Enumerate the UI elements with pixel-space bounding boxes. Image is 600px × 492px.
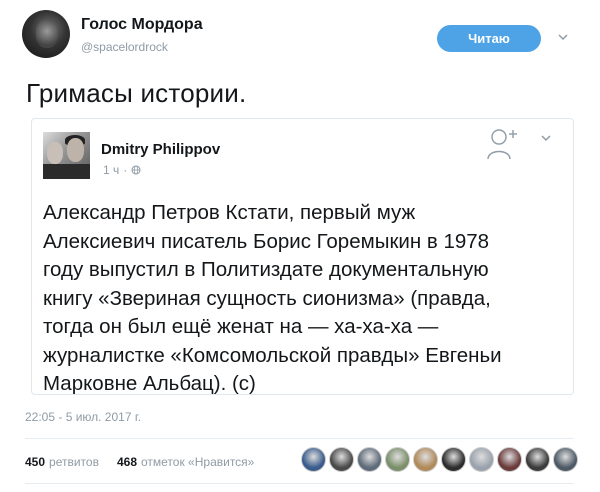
liker-avatar-7[interactable] [469, 447, 494, 472]
liker-avatar-2[interactable] [329, 447, 354, 472]
retweets-count[interactable]: 450 [25, 455, 45, 469]
liker-avatar-5[interactable] [413, 447, 438, 472]
author-handle[interactable]: @spacelordrock [81, 40, 168, 54]
quoted-line: книгу «Звериная сущность сионизма» (прав… [43, 286, 491, 310]
liker-avatar-3[interactable] [357, 447, 382, 472]
meta-separator: · [123, 163, 128, 177]
divider [25, 483, 574, 484]
quoted-author-avatar[interactable] [43, 132, 90, 179]
quoted-line: журналистке «Комсомольской правды» Евген… [43, 343, 502, 367]
quoted-line: тогда он был ещё женат на — ха-ха-ха — [43, 315, 439, 338]
quoted-tweet-meta: 1 ч · [103, 163, 141, 177]
quoted-tweet-body: Александр Петров Кстати, первый муж Алек… [43, 199, 563, 399]
liker-avatar-8[interactable] [497, 447, 522, 472]
likes-label[interactable]: отметок «Нравится» [141, 455, 254, 469]
tweet-text: Гримасы истории. [26, 78, 247, 108]
tweet-stats: 450 ретвитов 468 отметок «Нравится» [25, 455, 254, 469]
quoted-tweet-time: 1 ч [103, 163, 120, 177]
liker-avatar-10[interactable] [553, 447, 578, 472]
quoted-line: Алексиевич писатель Борис Горемыкин в 19… [43, 229, 490, 253]
likes-count[interactable]: 468 [117, 455, 137, 469]
quoted-line: году выпустил в Политиздате документальн… [43, 258, 489, 281]
divider [25, 438, 574, 439]
liker-avatar-9[interactable] [525, 447, 550, 472]
follow-button[interactable]: Читаю [437, 25, 541, 52]
quoted-line: Марковне Альбац). (c) [43, 372, 256, 395]
likers-avatars [301, 447, 578, 472]
quoted-author-name[interactable]: Dmitry Philippov [101, 141, 220, 158]
add-person-icon[interactable] [487, 127, 519, 161]
liker-avatar-1[interactable] [301, 447, 326, 472]
chevron-down-icon[interactable] [556, 30, 570, 44]
liker-avatar-6[interactable] [441, 447, 466, 472]
quoted-line: Александр Петров Кстати, первый муж [43, 201, 416, 224]
globe-icon [131, 165, 141, 175]
author-name[interactable]: Голос Мордора [81, 16, 203, 34]
tweet-timestamp[interactable]: 22:05 - 5 июл. 2017 г. [25, 410, 141, 424]
retweets-label[interactable]: ретвитов [49, 455, 99, 469]
author-avatar[interactable] [22, 10, 70, 58]
quoted-tweet-card[interactable]: Dmitry Philippov 1 ч · Александр Петров … [31, 118, 574, 395]
chevron-down-icon[interactable] [539, 131, 553, 145]
liker-avatar-4[interactable] [385, 447, 410, 472]
